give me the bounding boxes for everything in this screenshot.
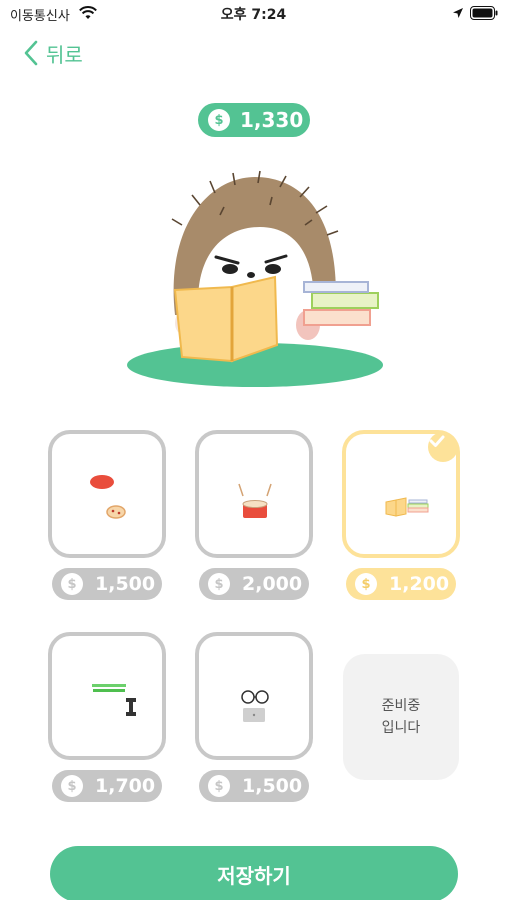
location-arrow-icon	[453, 8, 463, 18]
clock: 오후 7:24	[220, 7, 287, 23]
item-price: 1,500	[95, 573, 156, 595]
battery-icon	[470, 6, 498, 20]
coin-icon: $	[208, 109, 230, 131]
shop-item-books[interactable]	[342, 430, 460, 558]
dumbbell-item-image	[92, 684, 136, 716]
price-tag: $ 1,500	[199, 770, 309, 802]
coin-icon: $	[355, 573, 377, 595]
item-price: 1,700	[95, 775, 156, 797]
coin-balance-badge: $ 1,330	[198, 103, 310, 137]
item-price: 1,200	[389, 573, 450, 595]
coin-icon: $	[61, 775, 83, 797]
back-button[interactable]: 뒤로	[24, 38, 83, 68]
shop-item-glasses-laptop[interactable]	[195, 632, 313, 760]
coming-soon-line2: 입니다	[381, 720, 421, 736]
selected-check-icon	[428, 432, 458, 462]
frisbee-item-image	[90, 475, 126, 519]
glasses-laptop-item-image	[241, 690, 269, 722]
coin-icon: $	[208, 775, 230, 797]
price-tag: $ 2,000	[199, 568, 309, 600]
price-tag: $ 1,700	[52, 770, 162, 802]
drum-item-image	[238, 483, 272, 518]
price-tag: $ 1,500	[52, 568, 162, 600]
price-tag: $ 1,200	[346, 568, 456, 600]
coming-soon-slot: 준비중 입니다	[343, 654, 459, 780]
item-price: 1,500	[242, 775, 303, 797]
coming-soon-line1: 준비중	[381, 698, 421, 714]
back-label: 뒤로	[46, 42, 83, 67]
shop-item-dumbbell[interactable]	[48, 632, 166, 760]
chevron-left-icon	[24, 40, 38, 66]
save-button[interactable]: 저장하기	[50, 846, 458, 900]
shop-item-drum[interactable]	[195, 430, 313, 558]
shop-item-frisbee[interactable]	[48, 430, 166, 558]
status-bar: 이동통신사 오후 7:24	[0, 0, 507, 28]
coin-icon: $	[208, 573, 230, 595]
coin-balance-amount: 1,330	[240, 108, 304, 132]
coin-icon: $	[61, 573, 83, 595]
hedgehog-character-illustration	[127, 170, 383, 387]
item-price: 2,000	[242, 573, 303, 595]
